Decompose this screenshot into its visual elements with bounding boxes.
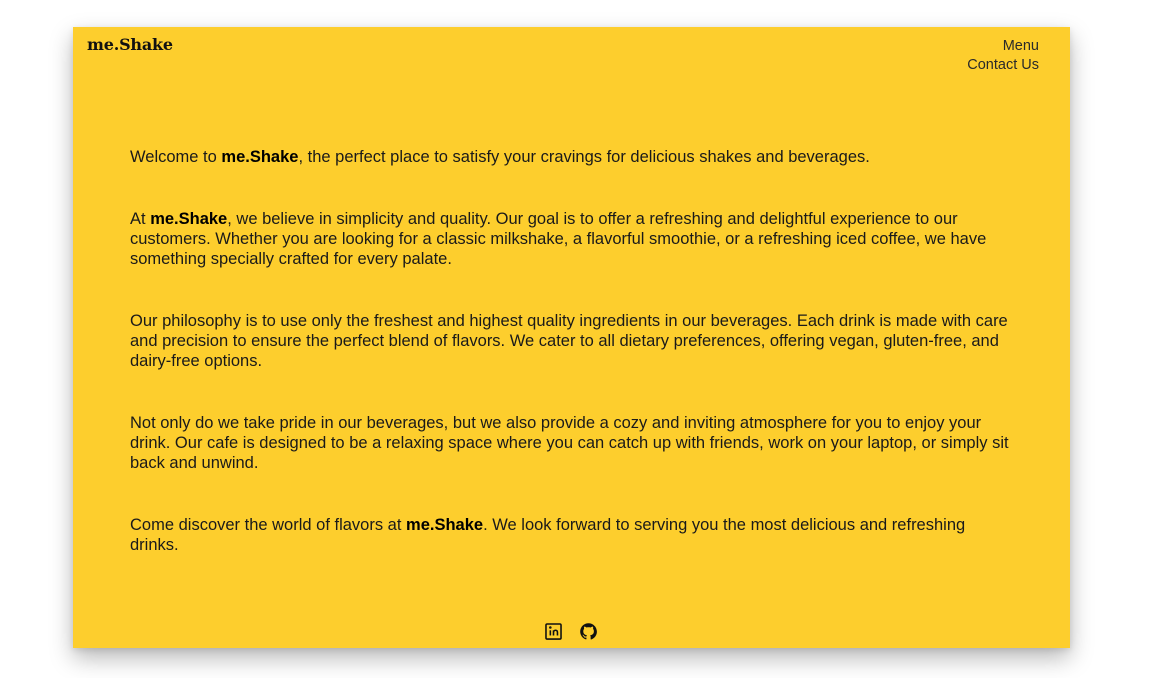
main-card: me.Shake Menu Contact Us Welcome to me.S… (73, 27, 1070, 648)
closing-paragraph: Come discover the world of flavors at me… (130, 515, 1015, 555)
philosophy-paragraph: Our philosophy is to use only the freshe… (130, 312, 1008, 370)
welcome-text-end: , the perfect place to satisfy your crav… (298, 148, 870, 166)
top-nav: Menu Contact Us (967, 37, 1039, 75)
brand-name: me.Shake (406, 516, 484, 534)
site-logo[interactable]: me.Shake (87, 35, 173, 54)
linkedin-icon[interactable] (544, 622, 563, 641)
nav-contact-link[interactable]: Contact Us (967, 56, 1039, 75)
brand-name: me.Shake (221, 148, 299, 166)
github-icon[interactable] (579, 622, 598, 641)
closing-text-start: Come discover the world of flavors at (130, 516, 407, 534)
mission-text-end: , we believe in simplicity and quality. … (130, 210, 987, 268)
nav-menu-link[interactable]: Menu (967, 37, 1039, 56)
welcome-text-start: Welcome to (130, 148, 222, 166)
mission-text-start: At (130, 210, 151, 228)
mission-paragraph: At me.Shake, we believe in simplicity an… (130, 209, 1015, 269)
about-content: Welcome to me.Shake, the perfect place t… (130, 147, 1015, 597)
welcome-paragraph: Welcome to me.Shake, the perfect place t… (130, 147, 1015, 167)
atmosphere-paragraph: Not only do we take pride in our beverag… (130, 414, 1009, 472)
brand-name: me.Shake (150, 210, 228, 228)
social-footer (544, 622, 598, 641)
